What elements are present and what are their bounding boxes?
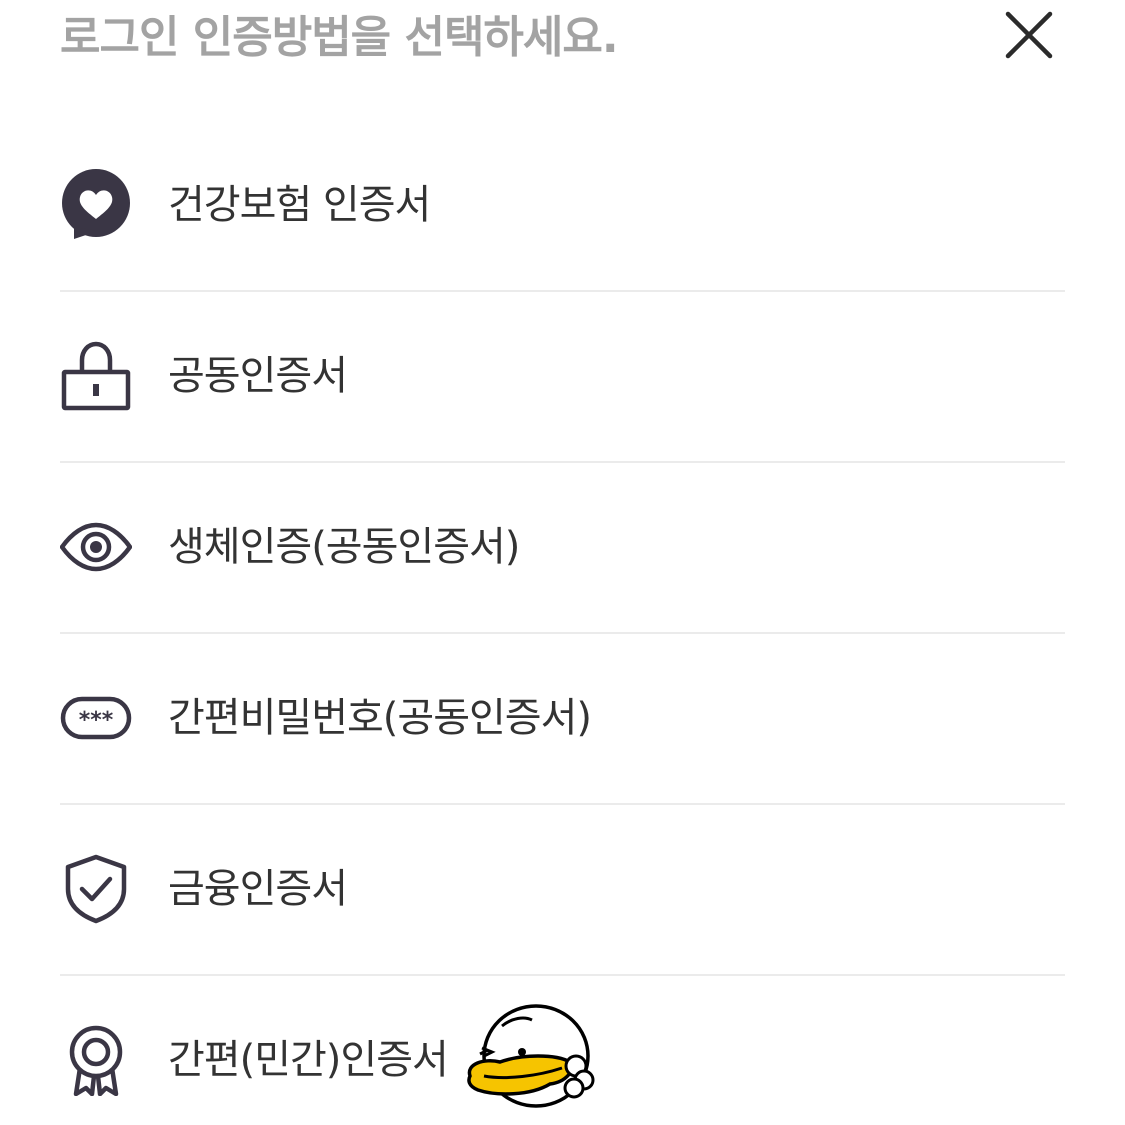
eye-icon bbox=[60, 511, 132, 583]
svg-text:***: *** bbox=[79, 708, 114, 733]
method-biometric[interactable]: 생체인증(공동인증서) bbox=[60, 461, 1065, 632]
method-nhis-certificate[interactable]: 건강보험 인증서 bbox=[60, 120, 1065, 290]
method-financial-certificate[interactable]: 금융인증서 bbox=[60, 803, 1065, 974]
page-title: 로그인 인증방법을 선택하세요. bbox=[60, 12, 619, 63]
award-badge-icon bbox=[60, 1024, 132, 1096]
method-label: 간편비밀번호(공동인증서) bbox=[168, 694, 592, 741]
lock-icon bbox=[60, 340, 132, 412]
close-button[interactable] bbox=[998, 4, 1060, 66]
method-simple-password[interactable]: *** 간편비밀번호(공동인증서) bbox=[60, 632, 1065, 803]
method-label: 금융인증서 bbox=[168, 865, 348, 912]
method-label: 간편(민간)인증서 bbox=[168, 1036, 449, 1083]
method-label: 생체인증(공동인증서) bbox=[168, 523, 520, 570]
method-label: 공동인증서 bbox=[168, 352, 348, 399]
password-dots-icon: *** bbox=[60, 682, 132, 754]
method-joint-certificate[interactable]: 공동인증서 bbox=[60, 290, 1065, 461]
method-private-certificate[interactable]: 간편(민간)인증서 bbox=[60, 974, 1065, 1125]
duck-mascot-icon bbox=[466, 1003, 598, 1116]
shield-check-icon bbox=[60, 853, 132, 925]
method-label: 건강보험 인증서 bbox=[168, 182, 431, 228]
auth-method-list: 건강보험 인증서 공동인증서 생체인증(공동인증서) *** 간편비밀번호(공동… bbox=[60, 120, 1065, 1125]
nhis-heart-bubble-icon bbox=[60, 169, 132, 241]
auth-method-sheet: 로그인 인증방법을 선택하세요. 건강보험 인증서 공동인증서 생체인증(공동인… bbox=[0, 0, 1125, 1125]
close-icon bbox=[1005, 11, 1053, 59]
